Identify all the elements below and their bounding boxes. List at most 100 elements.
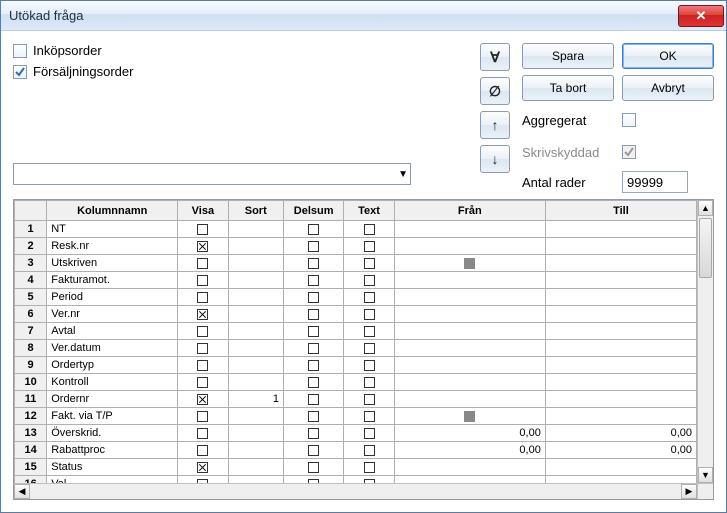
visa-checkbox[interactable] <box>197 258 208 269</box>
row-number[interactable]: 3 <box>15 255 47 272</box>
cell-text[interactable] <box>344 391 394 408</box>
cell-delsum[interactable] <box>283 306 343 323</box>
cell-name[interactable]: Val <box>47 476 178 484</box>
table-row[interactable]: 15Status <box>15 459 697 476</box>
cell-from[interactable]: 0,00 <box>394 442 545 459</box>
cell-from[interactable] <box>394 306 545 323</box>
aggregated-checkbox[interactable] <box>622 113 636 127</box>
cell-to[interactable] <box>545 255 696 272</box>
text-checkbox[interactable] <box>364 224 375 235</box>
visa-checkbox[interactable] <box>197 462 208 473</box>
cell-name[interactable]: NT <box>47 221 178 238</box>
row-number[interactable]: 9 <box>15 357 47 374</box>
cell-to[interactable]: 0,00 <box>545 425 696 442</box>
cell-sort[interactable] <box>228 408 283 425</box>
cell-visa[interactable] <box>178 459 228 476</box>
cell-to[interactable] <box>545 357 696 374</box>
cell-to[interactable] <box>545 340 696 357</box>
cell-name[interactable]: Period <box>47 289 178 306</box>
cell-from[interactable]: 0,00 <box>394 425 545 442</box>
cell-text[interactable] <box>344 272 394 289</box>
table-row[interactable]: 6Ver.nr <box>15 306 697 323</box>
cell-delsum[interactable] <box>283 357 343 374</box>
cell-from[interactable] <box>394 391 545 408</box>
table-row[interactable]: 13Överskrid.0,000,00 <box>15 425 697 442</box>
row-number[interactable]: 7 <box>15 323 47 340</box>
cell-sort[interactable] <box>228 238 283 255</box>
delsum-checkbox[interactable] <box>308 224 319 235</box>
row-number[interactable]: 8 <box>15 340 47 357</box>
cell-delsum[interactable] <box>283 255 343 272</box>
cell-text[interactable] <box>344 425 394 442</box>
cell-visa[interactable] <box>178 289 228 306</box>
visa-checkbox[interactable] <box>197 343 208 354</box>
cell-from[interactable] <box>394 323 545 340</box>
header-to[interactable]: Till <box>545 201 696 221</box>
cell-name[interactable]: Rabattproc <box>47 442 178 459</box>
cell-text[interactable] <box>344 459 394 476</box>
header-name[interactable]: Kolumnnamn <box>47 201 178 221</box>
cell-from[interactable] <box>394 476 545 484</box>
cell-name[interactable]: Avtal <box>47 323 178 340</box>
cell-from[interactable] <box>394 221 545 238</box>
table-row[interactable]: 1NT <box>15 221 697 238</box>
scroll-right-button[interactable]: ▶ <box>681 484 697 499</box>
cell-name[interactable]: Ver.datum <box>47 340 178 357</box>
visa-checkbox[interactable] <box>197 292 208 303</box>
cell-to[interactable] <box>545 306 696 323</box>
delsum-checkbox[interactable] <box>308 309 319 320</box>
cell-visa[interactable] <box>178 374 228 391</box>
header-delsum[interactable]: Delsum <box>283 201 343 221</box>
cell-from[interactable] <box>394 289 545 306</box>
cell-visa[interactable] <box>178 357 228 374</box>
cell-from[interactable] <box>394 459 545 476</box>
header-sort[interactable]: Sort <box>228 201 283 221</box>
close-button[interactable]: ✕ <box>678 5 724 27</box>
select-all-button[interactable]: ∀ <box>480 43 510 71</box>
text-checkbox[interactable] <box>364 462 375 473</box>
table-row[interactable]: 12Fakt. via T/P <box>15 408 697 425</box>
cell-text[interactable] <box>344 221 394 238</box>
cell-delsum[interactable] <box>283 476 343 484</box>
cell-visa[interactable] <box>178 306 228 323</box>
cell-to[interactable]: 0,00 <box>545 442 696 459</box>
cell-visa[interactable] <box>178 476 228 484</box>
text-checkbox[interactable] <box>364 360 375 371</box>
text-checkbox[interactable] <box>364 275 375 286</box>
row-number[interactable]: 2 <box>15 238 47 255</box>
visa-checkbox[interactable] <box>197 377 208 388</box>
cell-sort[interactable] <box>228 340 283 357</box>
text-checkbox[interactable] <box>364 445 375 456</box>
cell-to[interactable] <box>545 272 696 289</box>
cell-to[interactable] <box>545 323 696 340</box>
cell-sort[interactable] <box>228 374 283 391</box>
cell-name[interactable]: Ordertyp <box>47 357 178 374</box>
cell-text[interactable] <box>344 238 394 255</box>
cell-name[interactable]: Överskrid. <box>47 425 178 442</box>
cell-delsum[interactable] <box>283 340 343 357</box>
cell-sort[interactable] <box>228 476 283 484</box>
table-row[interactable]: 8Ver.datum <box>15 340 697 357</box>
cell-text[interactable] <box>344 340 394 357</box>
columns-table[interactable]: Kolumnnamn Visa Sort Delsum Text Från Ti… <box>14 200 697 483</box>
visa-checkbox[interactable] <box>197 326 208 337</box>
cell-text[interactable] <box>344 408 394 425</box>
select-none-button[interactable]: ∅ <box>480 77 510 105</box>
cell-to[interactable] <box>545 408 696 425</box>
table-row[interactable]: 14Rabattproc0,000,00 <box>15 442 697 459</box>
table-row[interactable]: 5Period <box>15 289 697 306</box>
horizontal-scrollbar[interactable]: ◀ ▶ <box>14 483 697 499</box>
delsum-checkbox[interactable] <box>308 326 319 337</box>
delsum-checkbox[interactable] <box>308 377 319 388</box>
cell-name[interactable]: Ordernr <box>47 391 178 408</box>
cell-delsum[interactable] <box>283 374 343 391</box>
save-button[interactable]: Spara <box>522 43 614 69</box>
delsum-checkbox[interactable] <box>308 360 319 371</box>
cell-name[interactable]: Utskriven <box>47 255 178 272</box>
cell-sort[interactable] <box>228 255 283 272</box>
cell-visa[interactable] <box>178 272 228 289</box>
cell-from[interactable] <box>394 272 545 289</box>
table-row[interactable]: 16Val <box>15 476 697 484</box>
header-rownum[interactable] <box>15 201 47 221</box>
row-number[interactable]: 11 <box>15 391 47 408</box>
